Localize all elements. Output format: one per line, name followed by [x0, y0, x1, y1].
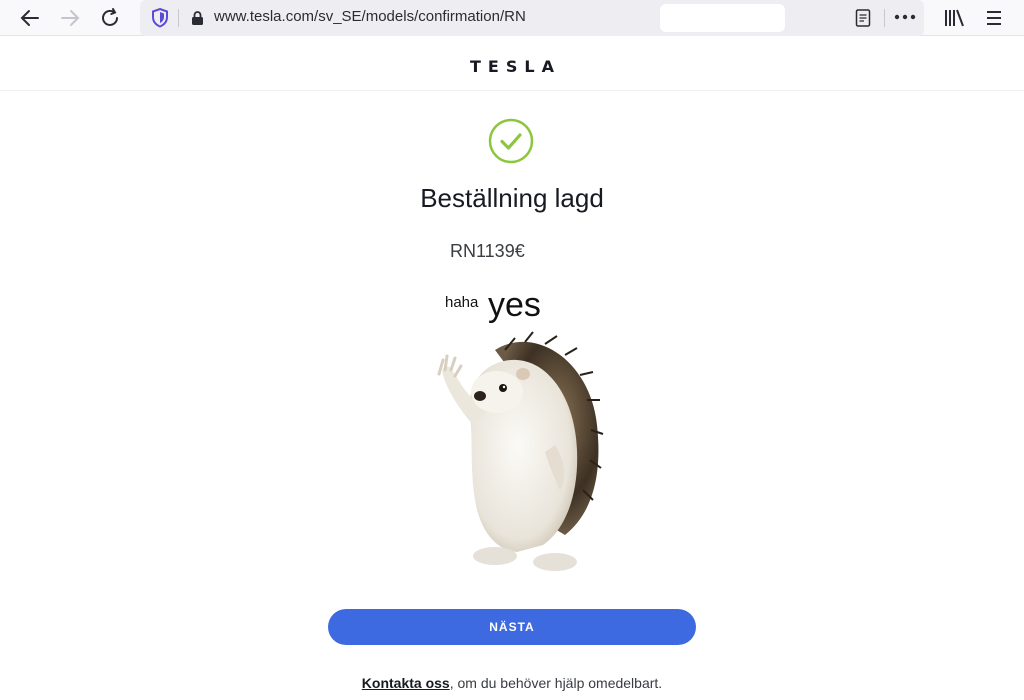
back-arrow-icon	[20, 10, 39, 26]
url-text[interactable]: www.tesla.com/sv_SE/models/confirmation/…	[214, 8, 526, 25]
tesla-logo[interactable]: TESLA	[463, 57, 561, 76]
meme-caption-big: yes	[488, 286, 541, 324]
order-number: RN1139€	[450, 241, 525, 261]
menu-icon[interactable]	[985, 9, 1003, 27]
site-header: TESLA	[0, 43, 1024, 91]
url-redaction	[660, 4, 785, 32]
reader-view-icon[interactable]	[855, 9, 871, 27]
footer-help-suffix: , om du behöver hjälp omedelbart.	[449, 675, 663, 691]
browser-toolbar: www.tesla.com/sv_SE/models/confirmation/…	[0, 0, 1024, 36]
page-title: Beställning lagd	[420, 183, 604, 213]
library-icon[interactable]	[943, 8, 965, 28]
contact-link[interactable]: Kontakta oss	[362, 675, 450, 691]
footer-help-text: Kontakta oss, om du behöver hjälp omedel…	[0, 675, 1024, 691]
url-separator-right	[884, 9, 885, 27]
meme-caption-small: haha	[445, 294, 479, 311]
url-separator	[178, 9, 179, 27]
hedgehog-image	[437, 331, 604, 571]
reload-button[interactable]	[96, 4, 124, 32]
more-icon[interactable]	[894, 14, 916, 20]
next-button[interactable]: NÄSTA	[328, 609, 696, 645]
back-button[interactable]	[16, 4, 44, 32]
forward-button[interactable]	[56, 4, 84, 32]
forward-arrow-icon	[61, 10, 80, 26]
shield-icon[interactable]	[151, 8, 169, 28]
url-bar[interactable]: www.tesla.com/sv_SE/models/confirmation/…	[140, 0, 924, 36]
reload-icon	[102, 8, 118, 26]
lock-icon[interactable]	[191, 10, 204, 26]
check-circle-icon	[488, 118, 534, 164]
